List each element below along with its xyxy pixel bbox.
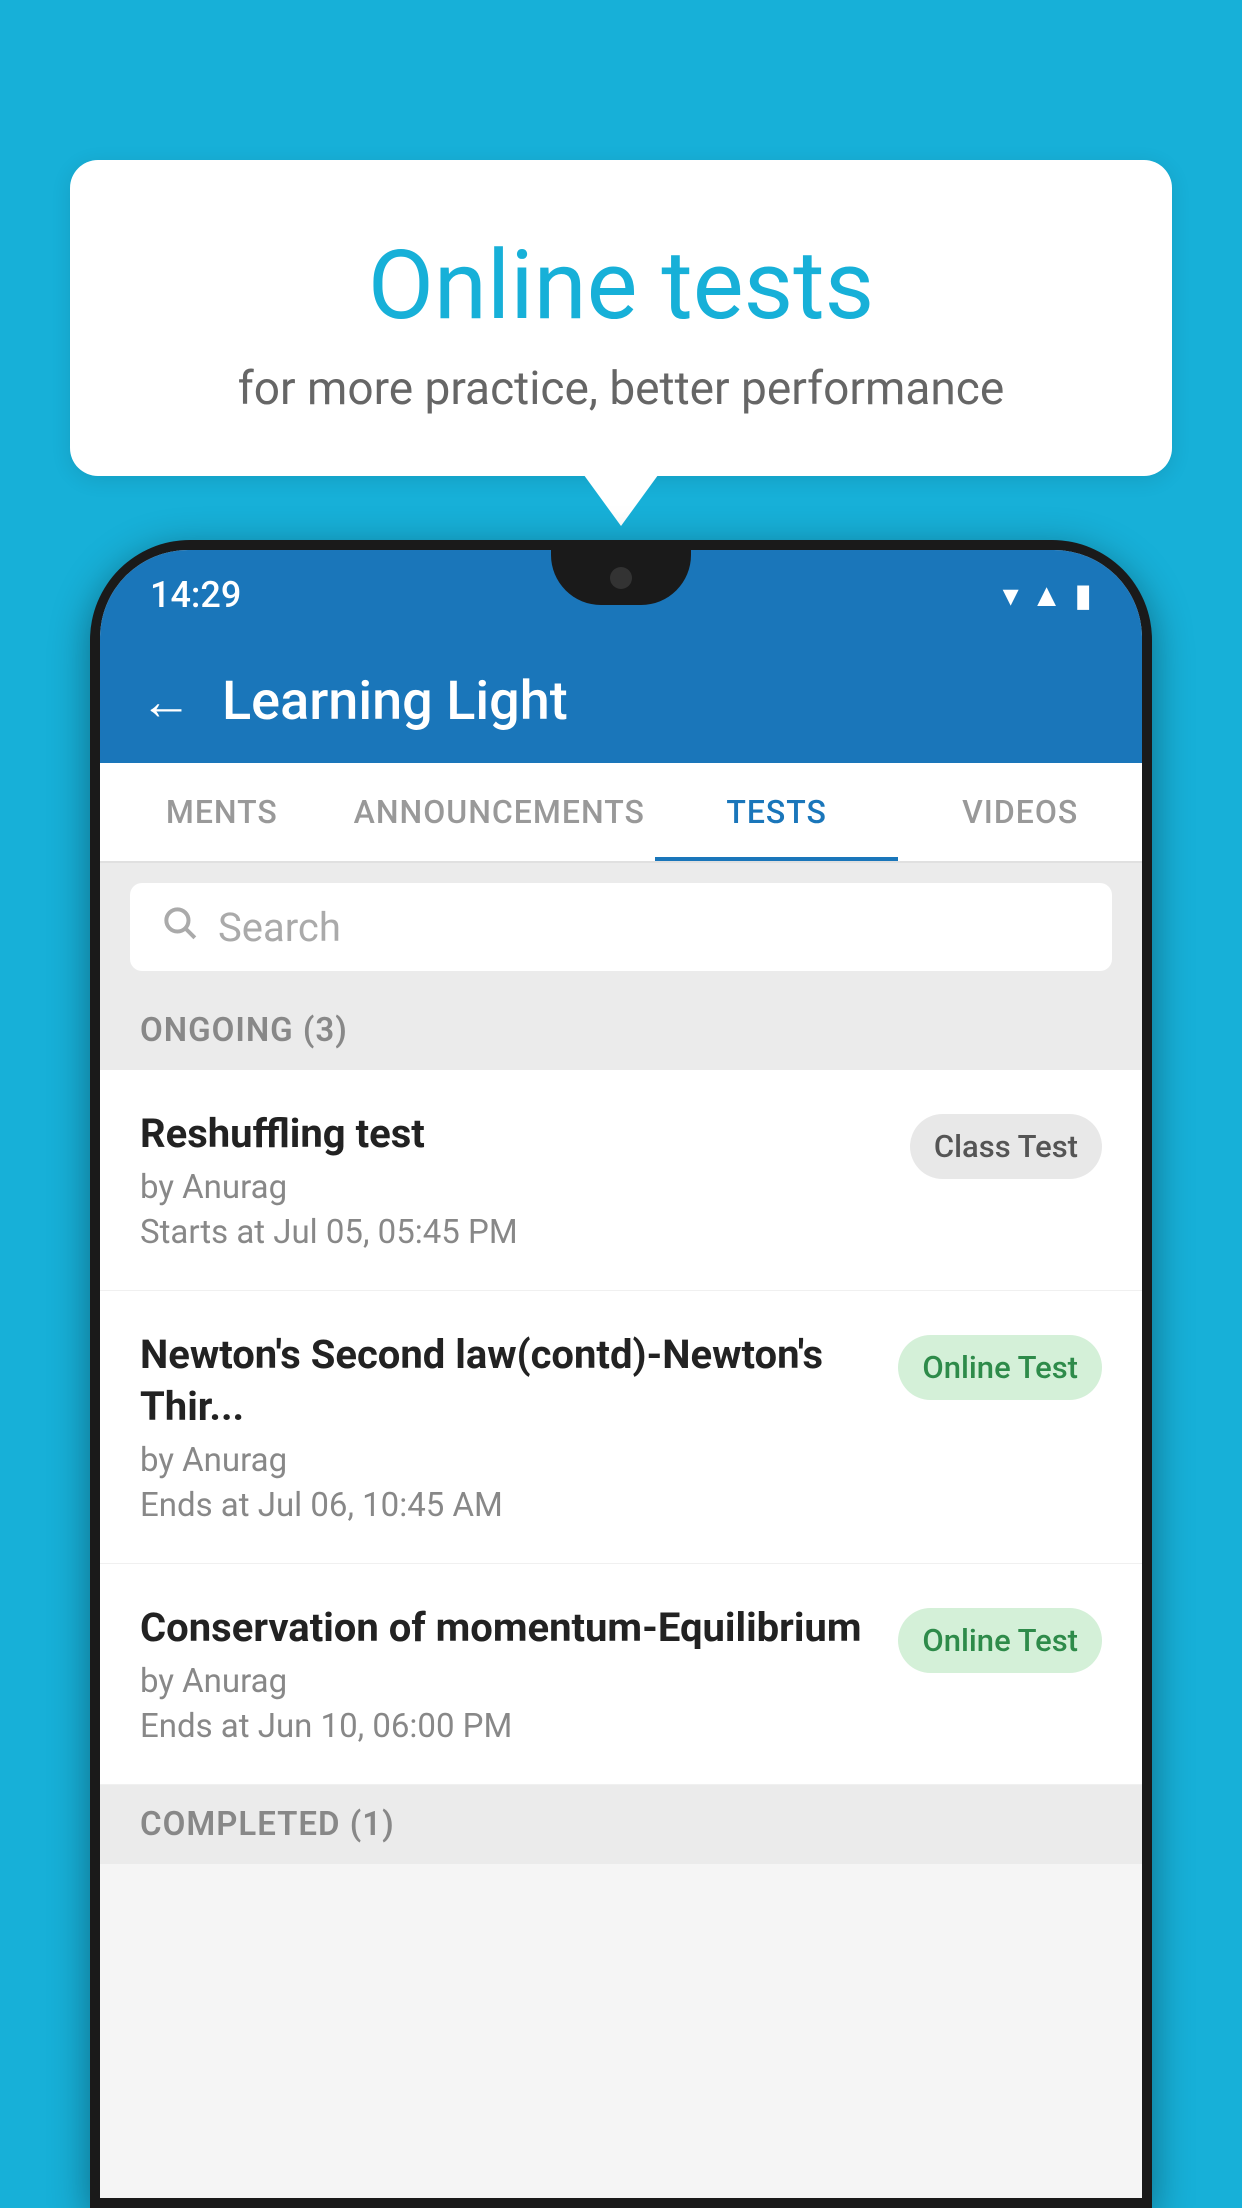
test-badge-2: Online Test — [898, 1335, 1102, 1400]
wifi-icon: ▾ — [1003, 576, 1019, 614]
speech-bubble: Online tests for more practice, better p… — [70, 160, 1172, 476]
search-icon — [160, 903, 198, 951]
tab-announcements[interactable]: ANNOUNCEMENTS — [344, 763, 655, 861]
phone-screen: 14:29 ▾ ▲ ▮ ← Learning Light MENTS ANNOU… — [100, 550, 1142, 2198]
camera-dot — [610, 567, 632, 589]
test-list: Reshuffling test by Anurag Starts at Jul… — [100, 1070, 1142, 1785]
app-header: ← Learning Light — [100, 640, 1142, 763]
test-info-2: Newton's Second law(contd)-Newton's Thir… — [140, 1329, 898, 1525]
test-item-1[interactable]: Reshuffling test by Anurag Starts at Jul… — [100, 1070, 1142, 1291]
status-time: 14:29 — [150, 574, 241, 616]
test-date-1: Starts at Jul 05, 05:45 PM — [140, 1213, 890, 1252]
search-container: Search — [100, 863, 1142, 991]
test-name-3: Conservation of momentum-Equilibrium — [140, 1602, 878, 1654]
search-input[interactable]: Search — [218, 904, 341, 951]
test-item-2[interactable]: Newton's Second law(contd)-Newton's Thir… — [100, 1291, 1142, 1564]
test-date-2: Ends at Jul 06, 10:45 AM — [140, 1486, 878, 1525]
back-button[interactable]: ← — [140, 671, 192, 732]
tabs-bar: MENTS ANNOUNCEMENTS TESTS VIDEOS — [100, 763, 1142, 863]
test-date-3: Ends at Jun 10, 06:00 PM — [140, 1707, 878, 1746]
phone-frame: 14:29 ▾ ▲ ▮ ← Learning Light MENTS ANNOU… — [90, 540, 1152, 2208]
bubble-title: Online tests — [130, 230, 1112, 342]
test-badge-3: Online Test — [898, 1608, 1102, 1673]
test-info-1: Reshuffling test by Anurag Starts at Jul… — [140, 1108, 910, 1252]
test-by-3: by Anurag — [140, 1662, 878, 1701]
status-icons: ▾ ▲ ▮ — [1003, 576, 1092, 614]
test-name-1: Reshuffling test — [140, 1108, 890, 1160]
test-badge-1: Class Test — [910, 1114, 1102, 1179]
tab-tests[interactable]: TESTS — [655, 763, 899, 861]
test-info-3: Conservation of momentum-Equilibrium by … — [140, 1602, 898, 1746]
speech-bubble-container: Online tests for more practice, better p… — [70, 160, 1172, 476]
test-item-3[interactable]: Conservation of momentum-Equilibrium by … — [100, 1564, 1142, 1785]
test-by-1: by Anurag — [140, 1168, 890, 1207]
search-bar[interactable]: Search — [130, 883, 1112, 971]
notch — [551, 550, 691, 605]
battery-icon: ▮ — [1074, 576, 1092, 614]
ongoing-section-header: ONGOING (3) — [100, 991, 1142, 1070]
tab-videos[interactable]: VIDEOS — [898, 763, 1142, 861]
signal-icon: ▲ — [1031, 576, 1063, 614]
bubble-subtitle: for more practice, better performance — [130, 362, 1112, 416]
tab-ments[interactable]: MENTS — [100, 763, 344, 861]
completed-section-header: COMPLETED (1) — [100, 1785, 1142, 1864]
app-title: Learning Light — [222, 670, 568, 733]
test-by-2: by Anurag — [140, 1441, 878, 1480]
test-name-2: Newton's Second law(contd)-Newton's Thir… — [140, 1329, 878, 1433]
status-bar: 14:29 ▾ ▲ ▮ — [100, 550, 1142, 640]
